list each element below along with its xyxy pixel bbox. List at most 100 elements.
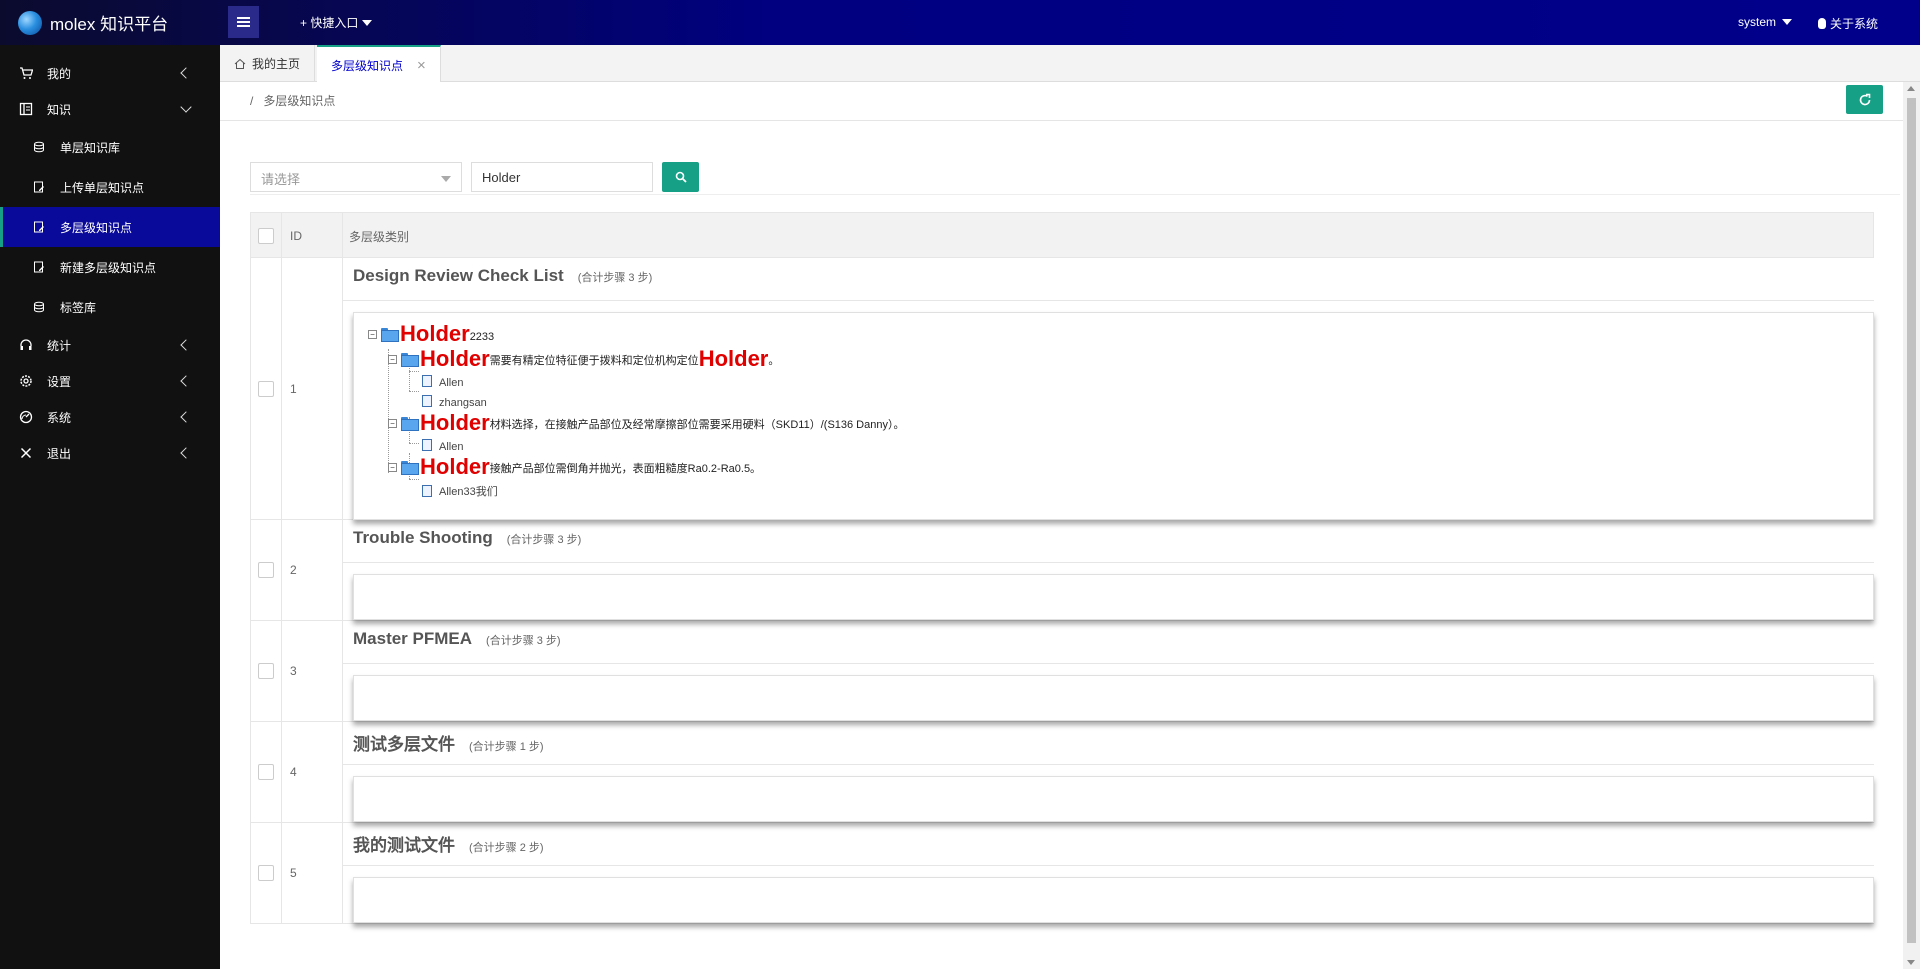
sidebar-item-mine[interactable]: 我的 (0, 55, 220, 91)
row-checkbox[interactable] (258, 764, 274, 780)
row-checkbox-cell (251, 621, 282, 721)
tab-multi-level[interactable]: 多层级知识点 × (317, 45, 441, 83)
tree-leaf-text: Allen33我们 (439, 486, 498, 498)
scroll-up-arrow-icon[interactable] (1907, 86, 1915, 91)
tree-leaf[interactable]: Allen (422, 439, 463, 453)
filter-divider (250, 194, 1900, 195)
tree-leaf[interactable]: zhangsan (422, 395, 487, 409)
refresh-button[interactable] (1846, 85, 1883, 114)
sidebar-subitem-new-multi-level[interactable]: 新建多层级知识点 (0, 247, 220, 287)
row-id: 1 (282, 258, 343, 519)
breadcrumb: / 多层级知识点 (250, 92, 335, 109)
vertical-scrollbar[interactable] (1903, 82, 1920, 969)
tree-leaf[interactable]: Allen33我们 (422, 483, 498, 499)
knowledge-tree: − Holder 2233 − Holder 需要有精定位特征便于拨料和定位机构… (353, 312, 1874, 520)
database-icon (33, 301, 45, 313)
row-checkbox[interactable] (258, 865, 274, 881)
sidebar-item-label: 系统 (47, 410, 72, 425)
search-input[interactable] (471, 162, 653, 192)
tab-bar: 我的主页 多层级知识点 × (220, 45, 1920, 83)
tree-node[interactable]: − Holder 需要有精定位特征便于拨料和定位机构定位 Holder 。 (388, 348, 779, 370)
category-select[interactable]: 请选择 (250, 162, 462, 192)
tree-connector (409, 443, 419, 444)
scroll-down-arrow-icon[interactable] (1907, 960, 1915, 965)
database-icon (33, 141, 45, 153)
row-checkbox-cell (251, 520, 282, 620)
tree-connector (409, 371, 419, 372)
sidebar-item-logout[interactable]: 退出 (0, 435, 220, 471)
table-row: 2 Trouble Shooting (合计步骤 3 步) (250, 520, 1874, 621)
row-title-group[interactable]: 我的测试文件 (合计步骤 2 步) (353, 831, 544, 856)
sidebar-subitem-single-layer-library[interactable]: 单层知识库 (0, 127, 220, 167)
edit-doc-icon (33, 221, 45, 233)
sidebar-subitem-label: 标签库 (60, 300, 97, 315)
sidebar-subitem-label: 新建多层级知识点 (60, 260, 157, 275)
sidebar-item-system[interactable]: 系统 (0, 399, 220, 435)
row-checkbox[interactable] (258, 663, 274, 679)
table-row: 5 我的测试文件 (合计步骤 2 步) (250, 823, 1874, 924)
about-system-link[interactable]: 关于系统 (1818, 15, 1878, 32)
about-label: 关于系统 (1830, 17, 1879, 31)
tab-home[interactable]: 我的主页 (220, 45, 316, 82)
search-button[interactable] (662, 162, 699, 192)
row-divider (343, 764, 1874, 765)
table-row: 4 测试多层文件 (合计步骤 1 步) (250, 722, 1874, 823)
row-step-count: (合计步骤 1 步) (469, 741, 544, 753)
scrollbar-thumb[interactable] (1907, 98, 1916, 943)
sidebar-item-label: 退出 (47, 446, 72, 461)
row-title-group[interactable]: Master PFMEA (合计步骤 3 步) (353, 629, 561, 649)
sidebar: 我的 知识 单层知识库 上传单层知识点 多层级知识点 新建多层级知识点 标签库 … (0, 45, 220, 969)
row-step-count: (合计步骤 2 步) (469, 842, 544, 854)
document-icon (422, 439, 432, 451)
row-id: 2 (282, 520, 343, 620)
brand[interactable]: molex 知识平台 (18, 10, 168, 35)
sidebar-subitem-label: 上传单层知识点 (60, 180, 145, 195)
row-title: Master PFMEA (353, 629, 473, 648)
sidebar-item-settings[interactable]: 设置 (0, 363, 220, 399)
quick-entry-label: + 快捷入口 (300, 16, 359, 30)
sidebar-toggle-button[interactable] (228, 6, 259, 38)
quick-entry-menu[interactable]: + 快捷入口 (300, 14, 373, 31)
knowledge-tree (353, 574, 1874, 620)
row-content: Trouble Shooting (合计步骤 3 步) (343, 520, 1874, 620)
sidebar-item-knowledge[interactable]: 知识 (0, 91, 220, 127)
document-icon (422, 485, 432, 497)
tree-connector (409, 391, 419, 392)
chevron-left-icon (180, 375, 192, 387)
collapse-icon[interactable]: − (388, 355, 397, 364)
collapse-icon[interactable]: − (388, 463, 397, 472)
close-icon (19, 446, 33, 460)
chevron-left-icon (180, 67, 192, 79)
row-title-group[interactable]: Design Review Check List (合计步骤 3 步) (353, 266, 652, 286)
chevron-down-icon (180, 101, 192, 113)
breadcrumb-current: 多层级知识点 (263, 94, 336, 108)
select-all-checkbox[interactable] (258, 228, 274, 244)
row-title-group[interactable]: 测试多层文件 (合计步骤 1 步) (353, 730, 544, 755)
collapse-icon[interactable]: − (368, 330, 377, 339)
collapse-icon[interactable]: − (388, 419, 397, 428)
row-checkbox[interactable] (258, 562, 274, 578)
user-menu[interactable]: system (1738, 15, 1793, 29)
row-content: 我的测试文件 (合计步骤 2 步) (343, 823, 1874, 923)
row-divider (343, 865, 1874, 866)
headset-icon (19, 338, 33, 352)
tree-node[interactable]: − Holder 材料选择，在接触产品部位及经常摩擦部位需要采用硬料（SKD11… (388, 412, 904, 434)
brand-title: molex 知识平台 (50, 15, 169, 34)
row-divider (343, 663, 1874, 664)
caret-down-icon (1782, 19, 1793, 25)
row-title-group[interactable]: Trouble Shooting (合计步骤 3 步) (353, 528, 581, 548)
folder-open-icon (401, 461, 419, 475)
close-tab-icon[interactable]: × (417, 57, 426, 74)
tree-leaf[interactable]: Allen (422, 375, 463, 389)
tree-root-node[interactable]: − Holder 2233 (368, 323, 494, 345)
tree-node-text: 2233 (469, 331, 495, 343)
select-all-cell (251, 213, 282, 259)
sidebar-subitem-tag-library[interactable]: 标签库 (0, 287, 220, 327)
sidebar-item-statistics[interactable]: 统计 (0, 327, 220, 363)
sidebar-subitem-multi-level[interactable]: 多层级知识点 (0, 207, 220, 247)
tree-leaf-text: Allen (439, 441, 464, 453)
tree-node[interactable]: − Holder 接触产品部位需倒角并抛光，表面粗糙度Ra0.2-Ra0.5。 (388, 456, 761, 478)
refresh-icon (1859, 93, 1870, 105)
sidebar-subitem-upload-single[interactable]: 上传单层知识点 (0, 167, 220, 207)
row-checkbox[interactable] (258, 380, 274, 397)
